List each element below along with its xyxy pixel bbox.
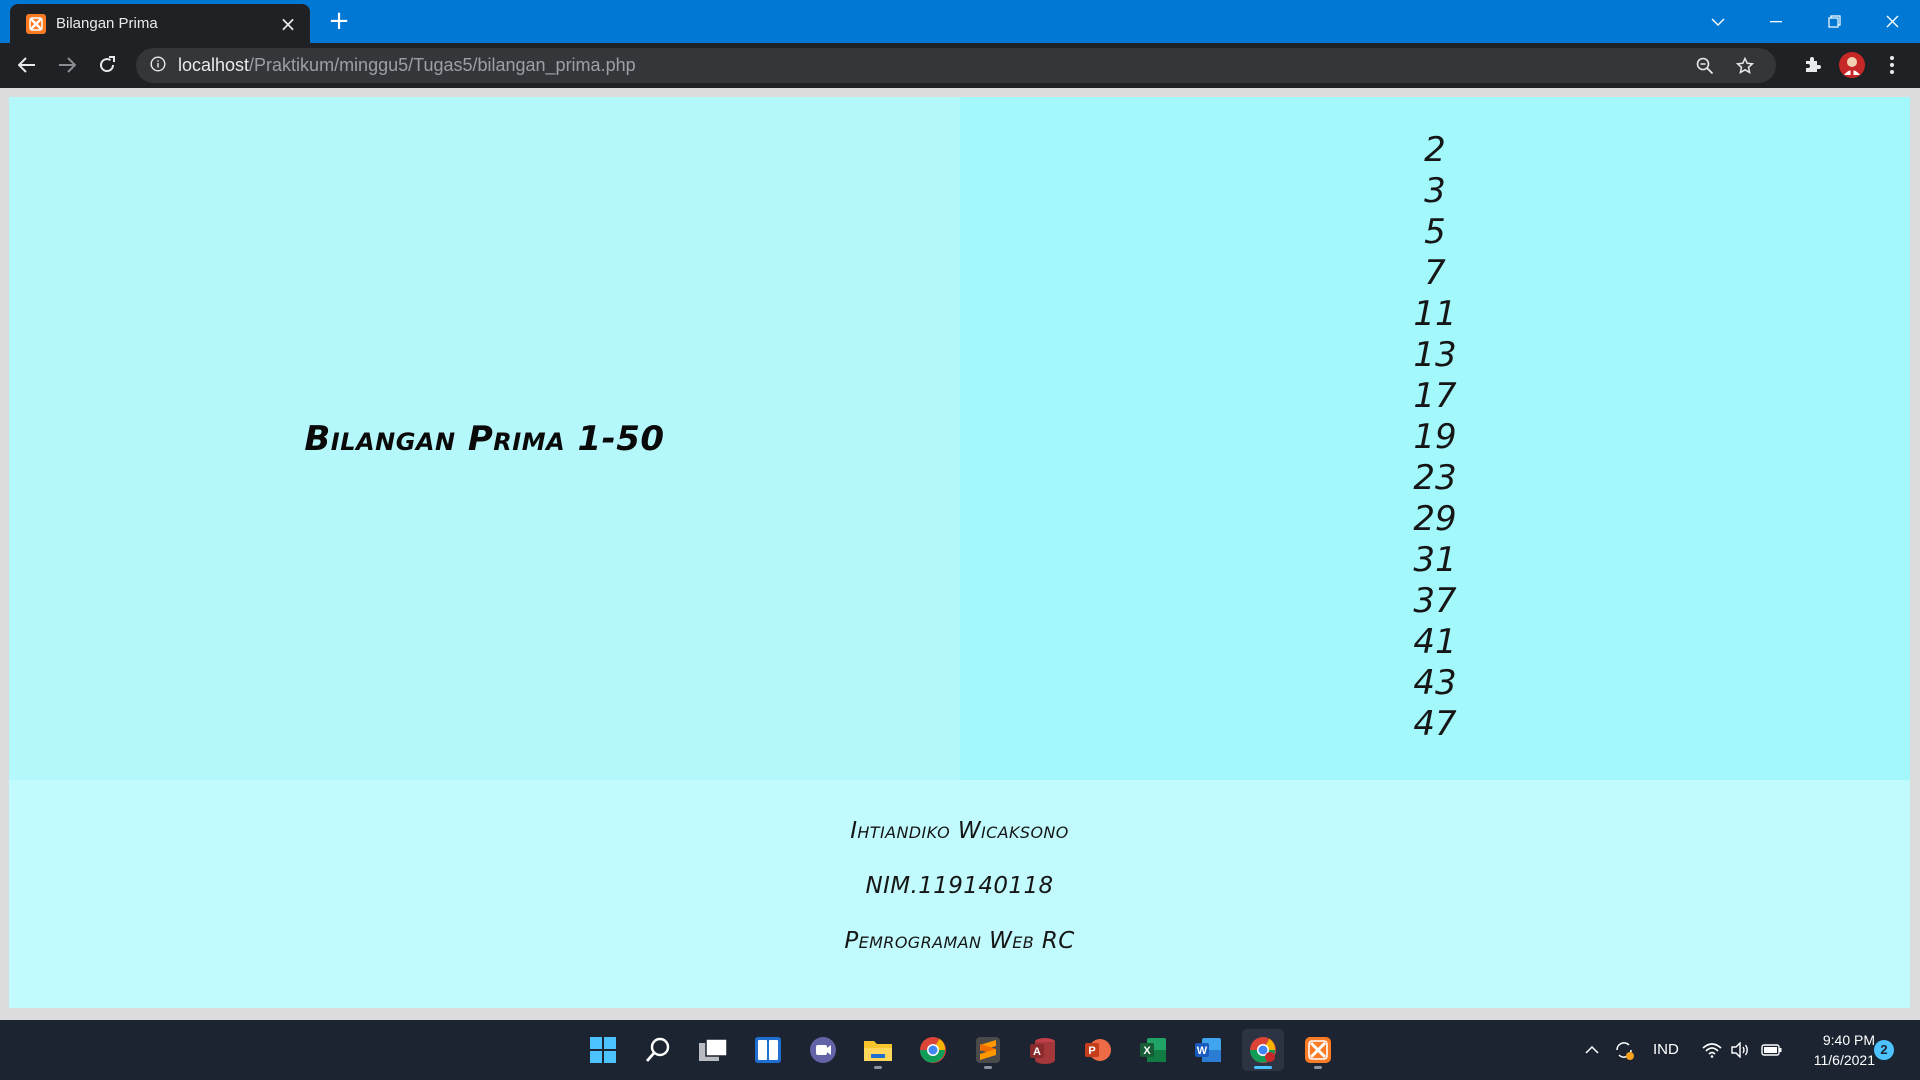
student-nim: NIM.119140118 xyxy=(865,873,1054,899)
prime-number: 43 xyxy=(1413,663,1457,703)
wifi-icon[interactable] xyxy=(1700,1038,1724,1062)
prime-number: 13 xyxy=(1413,335,1457,375)
notification-badge[interactable]: 2 xyxy=(1874,1040,1894,1060)
prime-number: 29 xyxy=(1413,499,1457,539)
running-indicator xyxy=(1314,1066,1322,1069)
chrome-icon[interactable] xyxy=(912,1029,954,1071)
restore-icon[interactable] xyxy=(1806,0,1862,43)
tab-title: Bilangan Prima xyxy=(56,15,158,32)
widgets-icon[interactable] xyxy=(747,1029,789,1071)
page: Bilangan Prima 1-50 2 3 5 7 11 13 17 19 23 29 31 37… xyxy=(9,97,1910,1008)
course-name: Pemrograman Web RC xyxy=(844,928,1075,954)
taskbar: A P X W IND 9:40 PM 11/6/2021 2 xyxy=(0,1020,1920,1080)
forward-icon[interactable] xyxy=(51,49,83,81)
url-text: localhost/Praktikum/minggu5/Tugas5/bilan… xyxy=(178,55,636,76)
close-window-icon[interactable] xyxy=(1864,0,1920,43)
tab-search-chevron-icon[interactable] xyxy=(1690,0,1746,43)
prime-number: 19 xyxy=(1413,417,1457,457)
url-host: localhost xyxy=(178,55,250,75)
sync-icon[interactable] xyxy=(1612,1038,1636,1062)
powerpoint-icon[interactable]: P xyxy=(1077,1029,1119,1071)
minimize-icon[interactable] xyxy=(1748,0,1804,43)
prime-number: 2 xyxy=(1424,130,1446,170)
extensions-icon[interactable] xyxy=(1796,49,1828,81)
zoom-icon[interactable] xyxy=(1688,49,1722,83)
chrome-active-icon[interactable] xyxy=(1242,1029,1284,1071)
primes-list: 2 3 5 7 11 13 17 19 23 29 31 37 41 43 47 xyxy=(960,130,1910,745)
sublime-text-icon[interactable] xyxy=(967,1029,1009,1071)
primes-panel: 2 3 5 7 11 13 17 19 23 29 31 37 41 43 47 xyxy=(960,97,1910,780)
battery-icon[interactable] xyxy=(1760,1038,1784,1062)
site-info-icon[interactable] xyxy=(150,55,166,76)
chrome-menu-icon[interactable] xyxy=(1876,49,1908,81)
profile-avatar[interactable] xyxy=(1836,49,1868,81)
new-tab-button[interactable]: + xyxy=(325,8,353,36)
prime-number: 47 xyxy=(1413,704,1457,744)
address-bar[interactable]: localhost/Praktikum/minggu5/Tugas5/bilan… xyxy=(136,48,1776,83)
browser-tab[interactable]: Bilangan Prima × xyxy=(10,4,310,43)
browser-tab-bar: Bilangan Prima × + xyxy=(0,0,1920,43)
svg-text:W: W xyxy=(1197,1045,1208,1057)
prime-number: 7 xyxy=(1424,253,1446,293)
access-icon[interactable]: A xyxy=(1022,1029,1064,1071)
task-view-icon[interactable] xyxy=(692,1029,734,1071)
browser-toolbar: localhost/Praktikum/minggu5/Tugas5/bilan… xyxy=(0,43,1920,88)
prime-number: 3 xyxy=(1424,171,1446,211)
svg-text:A: A xyxy=(1033,1046,1041,1058)
prime-number: 5 xyxy=(1424,212,1446,252)
volume-icon[interactable] xyxy=(1728,1038,1752,1062)
input-language[interactable]: IND xyxy=(1653,1041,1679,1058)
show-hidden-icons-chevron-icon[interactable] xyxy=(1580,1038,1604,1062)
active-indicator xyxy=(1254,1066,1272,1069)
clock-date: 11/6/2021 xyxy=(1813,1052,1875,1068)
bookmark-star-icon[interactable] xyxy=(1728,49,1762,83)
back-icon[interactable] xyxy=(11,49,43,81)
xampp-icon[interactable] xyxy=(1297,1029,1339,1071)
search-icon[interactable] xyxy=(637,1029,679,1071)
prime-number: 17 xyxy=(1413,376,1457,416)
excel-icon[interactable]: X xyxy=(1132,1029,1174,1071)
title-panel: Bilangan Prima 1-50 xyxy=(9,97,960,780)
reload-icon[interactable] xyxy=(91,49,123,81)
xampp-favicon-icon xyxy=(26,13,46,34)
prime-number: 11 xyxy=(1413,294,1457,334)
system-clock[interactable]: 9:40 PM 11/6/2021 xyxy=(1795,1030,1875,1070)
start-icon[interactable] xyxy=(582,1029,624,1071)
prime-number: 31 xyxy=(1413,540,1457,580)
teams-chat-icon[interactable] xyxy=(802,1029,844,1071)
word-icon[interactable]: W xyxy=(1187,1029,1229,1071)
page-heading: Bilangan Prima 1-50 xyxy=(304,418,665,459)
running-indicator xyxy=(984,1066,992,1069)
author-name: Ihtiandiko Wicaksono xyxy=(850,818,1069,844)
tab-close-icon[interactable]: × xyxy=(278,14,298,34)
prime-number: 41 xyxy=(1413,622,1457,662)
svg-text:X: X xyxy=(1143,1045,1151,1057)
running-indicator xyxy=(874,1066,882,1069)
file-explorer-icon[interactable] xyxy=(857,1029,899,1071)
url-path: /Praktikum/minggu5/Tugas5/bilangan_prima… xyxy=(249,55,636,75)
footer: Ihtiandiko Wicaksono NIM.119140118 Pemro… xyxy=(9,780,1910,1008)
svg-text:P: P xyxy=(1088,1045,1095,1057)
page-viewport: Bilangan Prima 1-50 2 3 5 7 11 13 17 19 23 29 31 37… xyxy=(0,88,1920,1020)
prime-number: 23 xyxy=(1413,458,1457,498)
clock-time: 9:40 PM xyxy=(1822,1032,1875,1048)
prime-number: 37 xyxy=(1413,581,1457,621)
